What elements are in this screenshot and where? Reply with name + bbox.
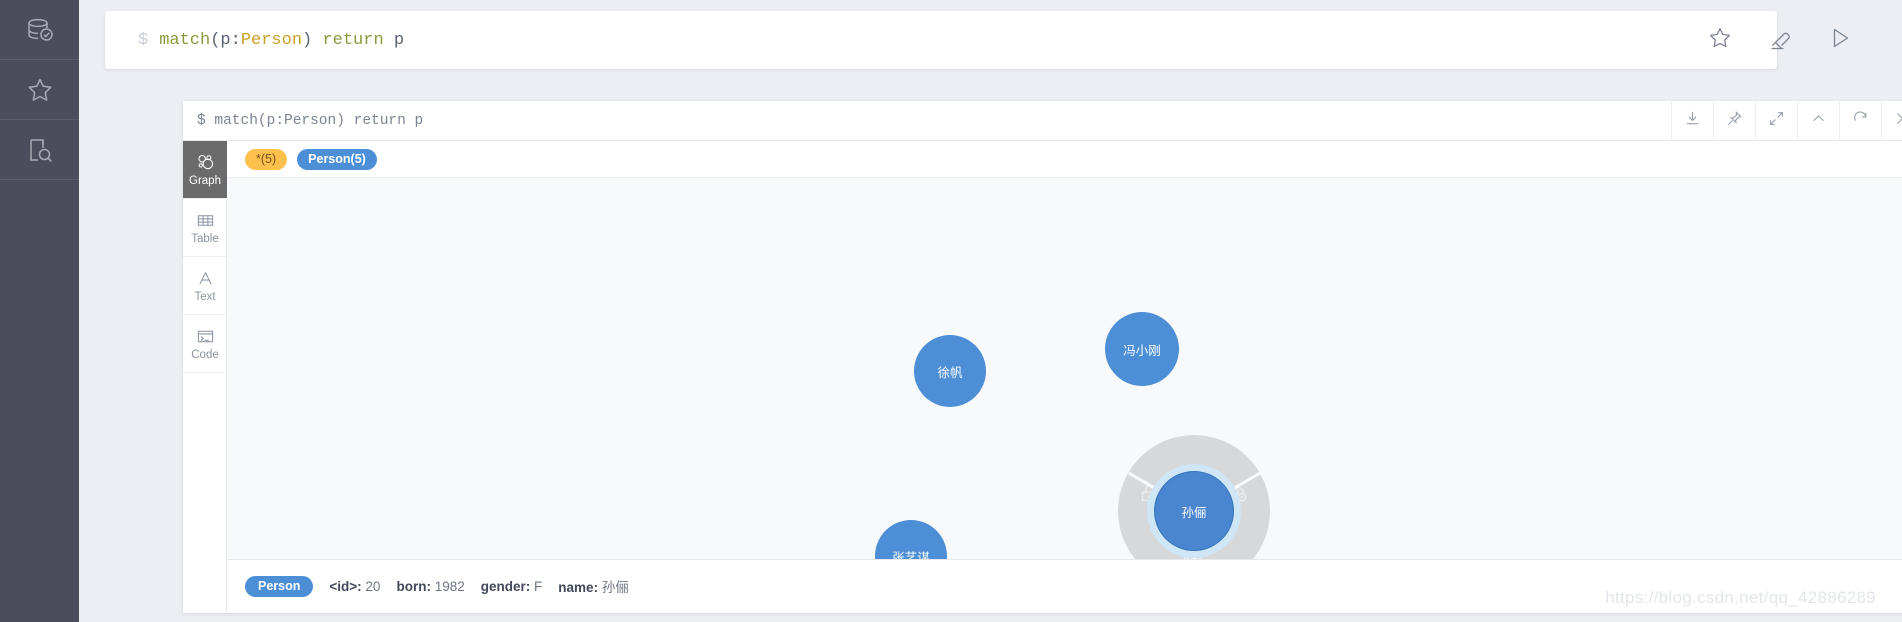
rail-item-favorites[interactable] <box>0 60 79 120</box>
property-born-key: born: <box>396 578 431 594</box>
chip-all[interactable]: *(5) <box>245 148 288 170</box>
download-icon <box>1684 110 1701 132</box>
property-gender-value: F <box>534 578 543 594</box>
status-badge: Person <box>245 575 314 597</box>
query-token: p <box>383 30 405 50</box>
graph-node[interactable]: 徐帆 <box>914 335 986 407</box>
tab-text[interactable]: Text <box>183 257 227 315</box>
close-button[interactable] <box>1881 101 1902 140</box>
query-editor[interactable]: $ match(p:Person) return p <box>105 11 1777 69</box>
close-icon <box>1894 110 1902 132</box>
property-id-key: <id>: <box>329 578 362 594</box>
expand-icon <box>1768 110 1785 132</box>
property-gender-key: gender: <box>480 578 531 594</box>
query-token: p <box>220 30 231 50</box>
rail-item-database[interactable] <box>0 0 79 60</box>
query-token <box>312 31 322 50</box>
query-token: return <box>322 30 384 50</box>
result-query-text: $ match(p:Person) return p <box>197 112 424 129</box>
result-panel: $ match(p:Person) return p Graph Table T… <box>183 101 1902 613</box>
table-icon <box>196 211 215 230</box>
tab-graph-label: Graph <box>189 174 221 187</box>
graph-node[interactable]: 张艺谋 <box>875 520 947 559</box>
property-born: born: 1982 <box>396 579 464 594</box>
chevron-up-icon <box>1810 110 1827 132</box>
result-header: $ match(p:Person) return p <box>183 101 1902 141</box>
query-token: : <box>230 30 241 50</box>
star-icon <box>24 74 56 106</box>
tab-graph[interactable]: Graph <box>183 141 227 199</box>
collapse-button[interactable] <box>1797 101 1839 140</box>
pin-button[interactable] <box>1713 101 1755 140</box>
expand-graph-icon[interactable] <box>1182 551 1204 559</box>
query-token: match <box>159 30 211 50</box>
tab-code[interactable]: Code <box>183 315 227 373</box>
property-name-value: 孙俪 <box>601 580 629 595</box>
play-icon <box>1827 25 1853 56</box>
graph-node[interactable]: 冯小刚 <box>1105 312 1179 386</box>
pin-icon <box>1726 110 1743 132</box>
rail-item-browse[interactable] <box>0 120 79 180</box>
main-area: $ match(p:Person) return p $ match(p:Per… <box>79 0 1902 622</box>
query-input[interactable]: match(p:Person) return p <box>159 31 404 50</box>
property-name: name: 孙俪 <box>558 576 629 596</box>
query-token: ( <box>210 30 221 50</box>
refresh-icon <box>1852 110 1869 132</box>
left-rail <box>0 0 79 622</box>
graph-node-selected[interactable]: 孙俪 <box>1154 471 1234 551</box>
fullscreen-button[interactable] <box>1755 101 1797 140</box>
database-check-icon <box>24 14 56 46</box>
app-root: $ match(p:Person) return p $ match(p:Per… <box>0 0 1902 622</box>
graph-canvas[interactable]: 徐帆冯小刚孙俪张艺谋邓超 <box>227 177 1902 559</box>
run-button[interactable] <box>1825 25 1855 55</box>
property-id-value: 20 <box>365 578 381 594</box>
tab-text-label: Text <box>194 290 216 303</box>
view-tabs: Graph Table Text Code <box>183 141 227 612</box>
refresh-button[interactable] <box>1839 101 1881 140</box>
editor-actions <box>1705 11 1875 69</box>
property-bar: Person <id>: 20 born: 1982 gender: F nam… <box>227 559 1902 612</box>
eraser-icon <box>1767 25 1793 56</box>
graph-icon <box>196 153 215 172</box>
favorite-button[interactable] <box>1705 25 1735 55</box>
result-body: Graph Table Text Code *(5) Person(5) 徐帆 … <box>183 141 1902 612</box>
chip-person[interactable]: Person(5) <box>297 148 377 170</box>
query-editor-region: $ match(p:Person) return p <box>105 11 1875 69</box>
book-search-icon <box>24 134 56 166</box>
property-name-key: name: <box>558 580 599 595</box>
result-toolbar <box>1671 101 1902 140</box>
download-button[interactable] <box>1671 101 1713 140</box>
clear-button[interactable] <box>1765 25 1795 55</box>
code-icon <box>196 327 215 346</box>
tab-table-label: Table <box>191 232 219 245</box>
property-id: <id>: 20 <box>329 579 380 594</box>
query-token: Person <box>240 30 303 50</box>
property-born-value: 1982 <box>434 578 465 594</box>
text-icon <box>196 269 215 288</box>
prompt-symbol: $ <box>138 30 149 50</box>
label-chips: *(5) Person(5) <box>227 141 1902 177</box>
property-gender: gender: F <box>481 579 543 594</box>
query-token: ) <box>302 30 313 50</box>
tab-table[interactable]: Table <box>183 199 227 257</box>
tab-code-label: Code <box>191 348 219 361</box>
star-icon <box>1707 25 1733 56</box>
